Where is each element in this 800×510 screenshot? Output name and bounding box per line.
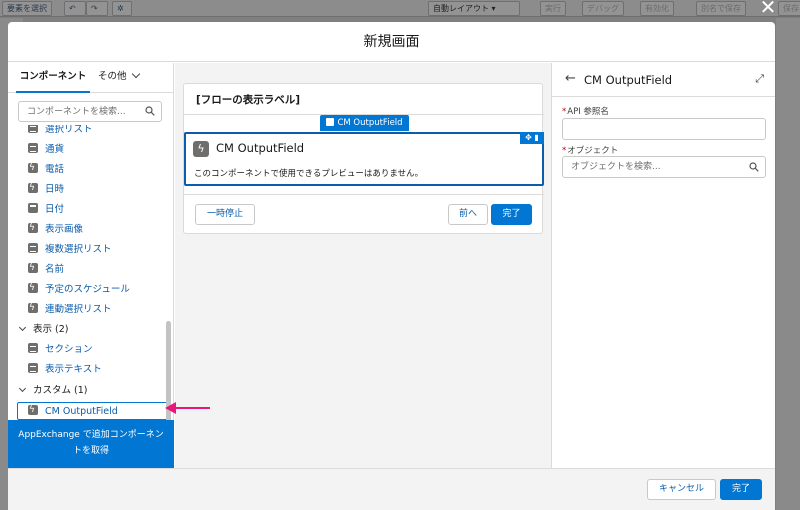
phone-icon [28,159,38,177]
undo-icon[interactable]: ↶ [64,1,86,16]
list-item-section[interactable]: セクション [28,341,93,359]
datetime-icon [28,179,38,197]
screen-canvas: [フローの表示ラベル] CM OutputField ✥ ▮ ϟ CM Outp… [175,63,551,468]
back-arrow-icon[interactable]: ← [565,71,576,86]
close-icon[interactable]: ✕ [758,0,778,17]
modal-footer: キャンセル 完了 [8,468,775,510]
list-item-picklist[interactable]: 選択リスト [28,125,93,139]
chevron-down-icon [18,384,27,393]
name-icon [28,259,38,277]
list-item-name[interactable]: 名前 [28,259,64,279]
date-icon [28,203,38,213]
component-title: CM OutputField [216,141,305,155]
done-button[interactable]: 完了 [720,479,762,500]
pause-button[interactable]: 一時停止 [195,204,255,225]
screen-label: [フローの表示ラベル] [196,94,301,106]
component-palette: コンポーネント その他 選択リスト 通貨 電話 日時 日付 表示画像 複数選択リ… [8,63,174,468]
list-item-schedule[interactable]: 予定のスケジュール [28,279,130,299]
section-custom[interactable]: カスタム (1) [18,382,87,400]
activate-button[interactable]: 有効化 [640,1,674,16]
api-name-input[interactable] [563,119,743,139]
tab-other[interactable]: その他 [98,63,140,93]
display-text-icon [28,363,38,373]
chevron-down-icon [131,69,140,79]
palette-tabs: コンポーネント その他 [8,63,174,93]
search-icon [749,162,759,172]
new-screen-modal: 新規画面 コンポーネント その他 選択リスト 通貨 電話 日時 日付 表示画像 … [8,22,775,510]
divider [184,194,544,195]
finish-button[interactable]: 完了 [491,204,532,225]
object-search-input[interactable] [563,157,743,177]
chevron-down-icon [18,323,27,332]
list-item-multiselect[interactable]: 複数選択リスト [28,241,112,259]
list-item-image[interactable]: 表示画像 [28,219,83,239]
tab-components[interactable]: コンポーネント [16,63,90,93]
dependent-picklist-icon [28,299,38,317]
auto-layout-dropdown[interactable]: 自動レイアウト ▾ [428,1,520,16]
component-list: 選択リスト 通貨 電話 日時 日付 表示画像 複数選択リスト 名前 予定のスケジ… [8,125,168,420]
picklist-icon [28,125,38,133]
screen-preview-card: [フローの表示ラベル] CM OutputField ✥ ▮ ϟ CM Outp… [183,83,544,234]
move-delete-icon[interactable]: ✥ ▮ [520,132,544,144]
lightning-icon [28,401,38,419]
previous-button[interactable]: 前へ [448,204,488,225]
api-name-field[interactable] [562,118,766,140]
modal-title: 新規画面 [363,34,420,50]
currency-icon [28,143,38,153]
appexchange-link[interactable]: AppExchange で追加コンポーネン トを取得 [8,420,174,468]
debug-button[interactable]: デバッグ [582,1,624,16]
required-marker: * [562,107,567,117]
list-item-display-text[interactable]: 表示テキスト [28,361,102,379]
object-label: *オブジェクト [562,146,619,156]
search-icon [145,106,155,116]
background-right-panel [776,18,800,510]
list-item-currency[interactable]: 通貨 [28,141,64,159]
object-search-field[interactable] [562,156,766,178]
save-as-button[interactable]: 別名で保存 [696,1,746,16]
run-button[interactable]: 実行 [540,1,566,16]
properties-title: CM OutputField [584,73,673,87]
component-search[interactable] [18,101,162,122]
lightning-icon: ϟ [193,141,209,157]
background-toolbar: 要素を選択 ↶ ↷ ✲ 自動レイアウト ▾ 実行 デバッグ 有効化 別名で保存 … [0,0,800,17]
list-item-phone[interactable]: 電話 [28,159,64,179]
selected-component[interactable]: ✥ ▮ ϟ CM OutputField このコンポーネントで使用できるプレビュ… [184,132,544,186]
component-tag: CM OutputField [320,115,409,131]
list-item-datetime[interactable]: 日時 [28,179,64,199]
lightning-icon [326,118,335,126]
section-display[interactable]: 表示 (2) [18,321,68,339]
list-item-date[interactable]: 日付 [28,201,64,219]
properties-panel: ← CM OutputField ⤢ *API 参照名 *オブジェクト [551,63,775,468]
select-element-button[interactable]: 要素を選択 [2,1,52,16]
expand-icon[interactable]: ⤢ [755,72,764,86]
image-icon [28,219,38,237]
modal-header: 新規画面 [8,22,775,62]
component-description: このコンポーネントで使用できるプレビューはありません。 [194,169,424,179]
redo-icon[interactable]: ↷ [86,1,108,16]
component-search-input[interactable] [19,102,141,121]
list-item-dependent-picklist[interactable]: 連動選択リスト [28,299,112,319]
multiselect-icon [28,243,38,253]
gear-icon[interactable]: ✲ [112,1,132,16]
schedule-icon [28,279,38,297]
list-item-cm-outputfield[interactable]: CM OutputField [17,401,168,420]
properties-header: ← CM OutputField ⤢ [552,63,775,97]
required-marker: * [562,146,567,156]
save-button[interactable]: 保存 [778,1,800,16]
api-name-label: *API 参照名 [562,107,609,117]
annotation-arrow-icon [165,402,210,414]
section-icon [28,343,38,353]
cancel-button[interactable]: キャンセル [647,479,716,500]
